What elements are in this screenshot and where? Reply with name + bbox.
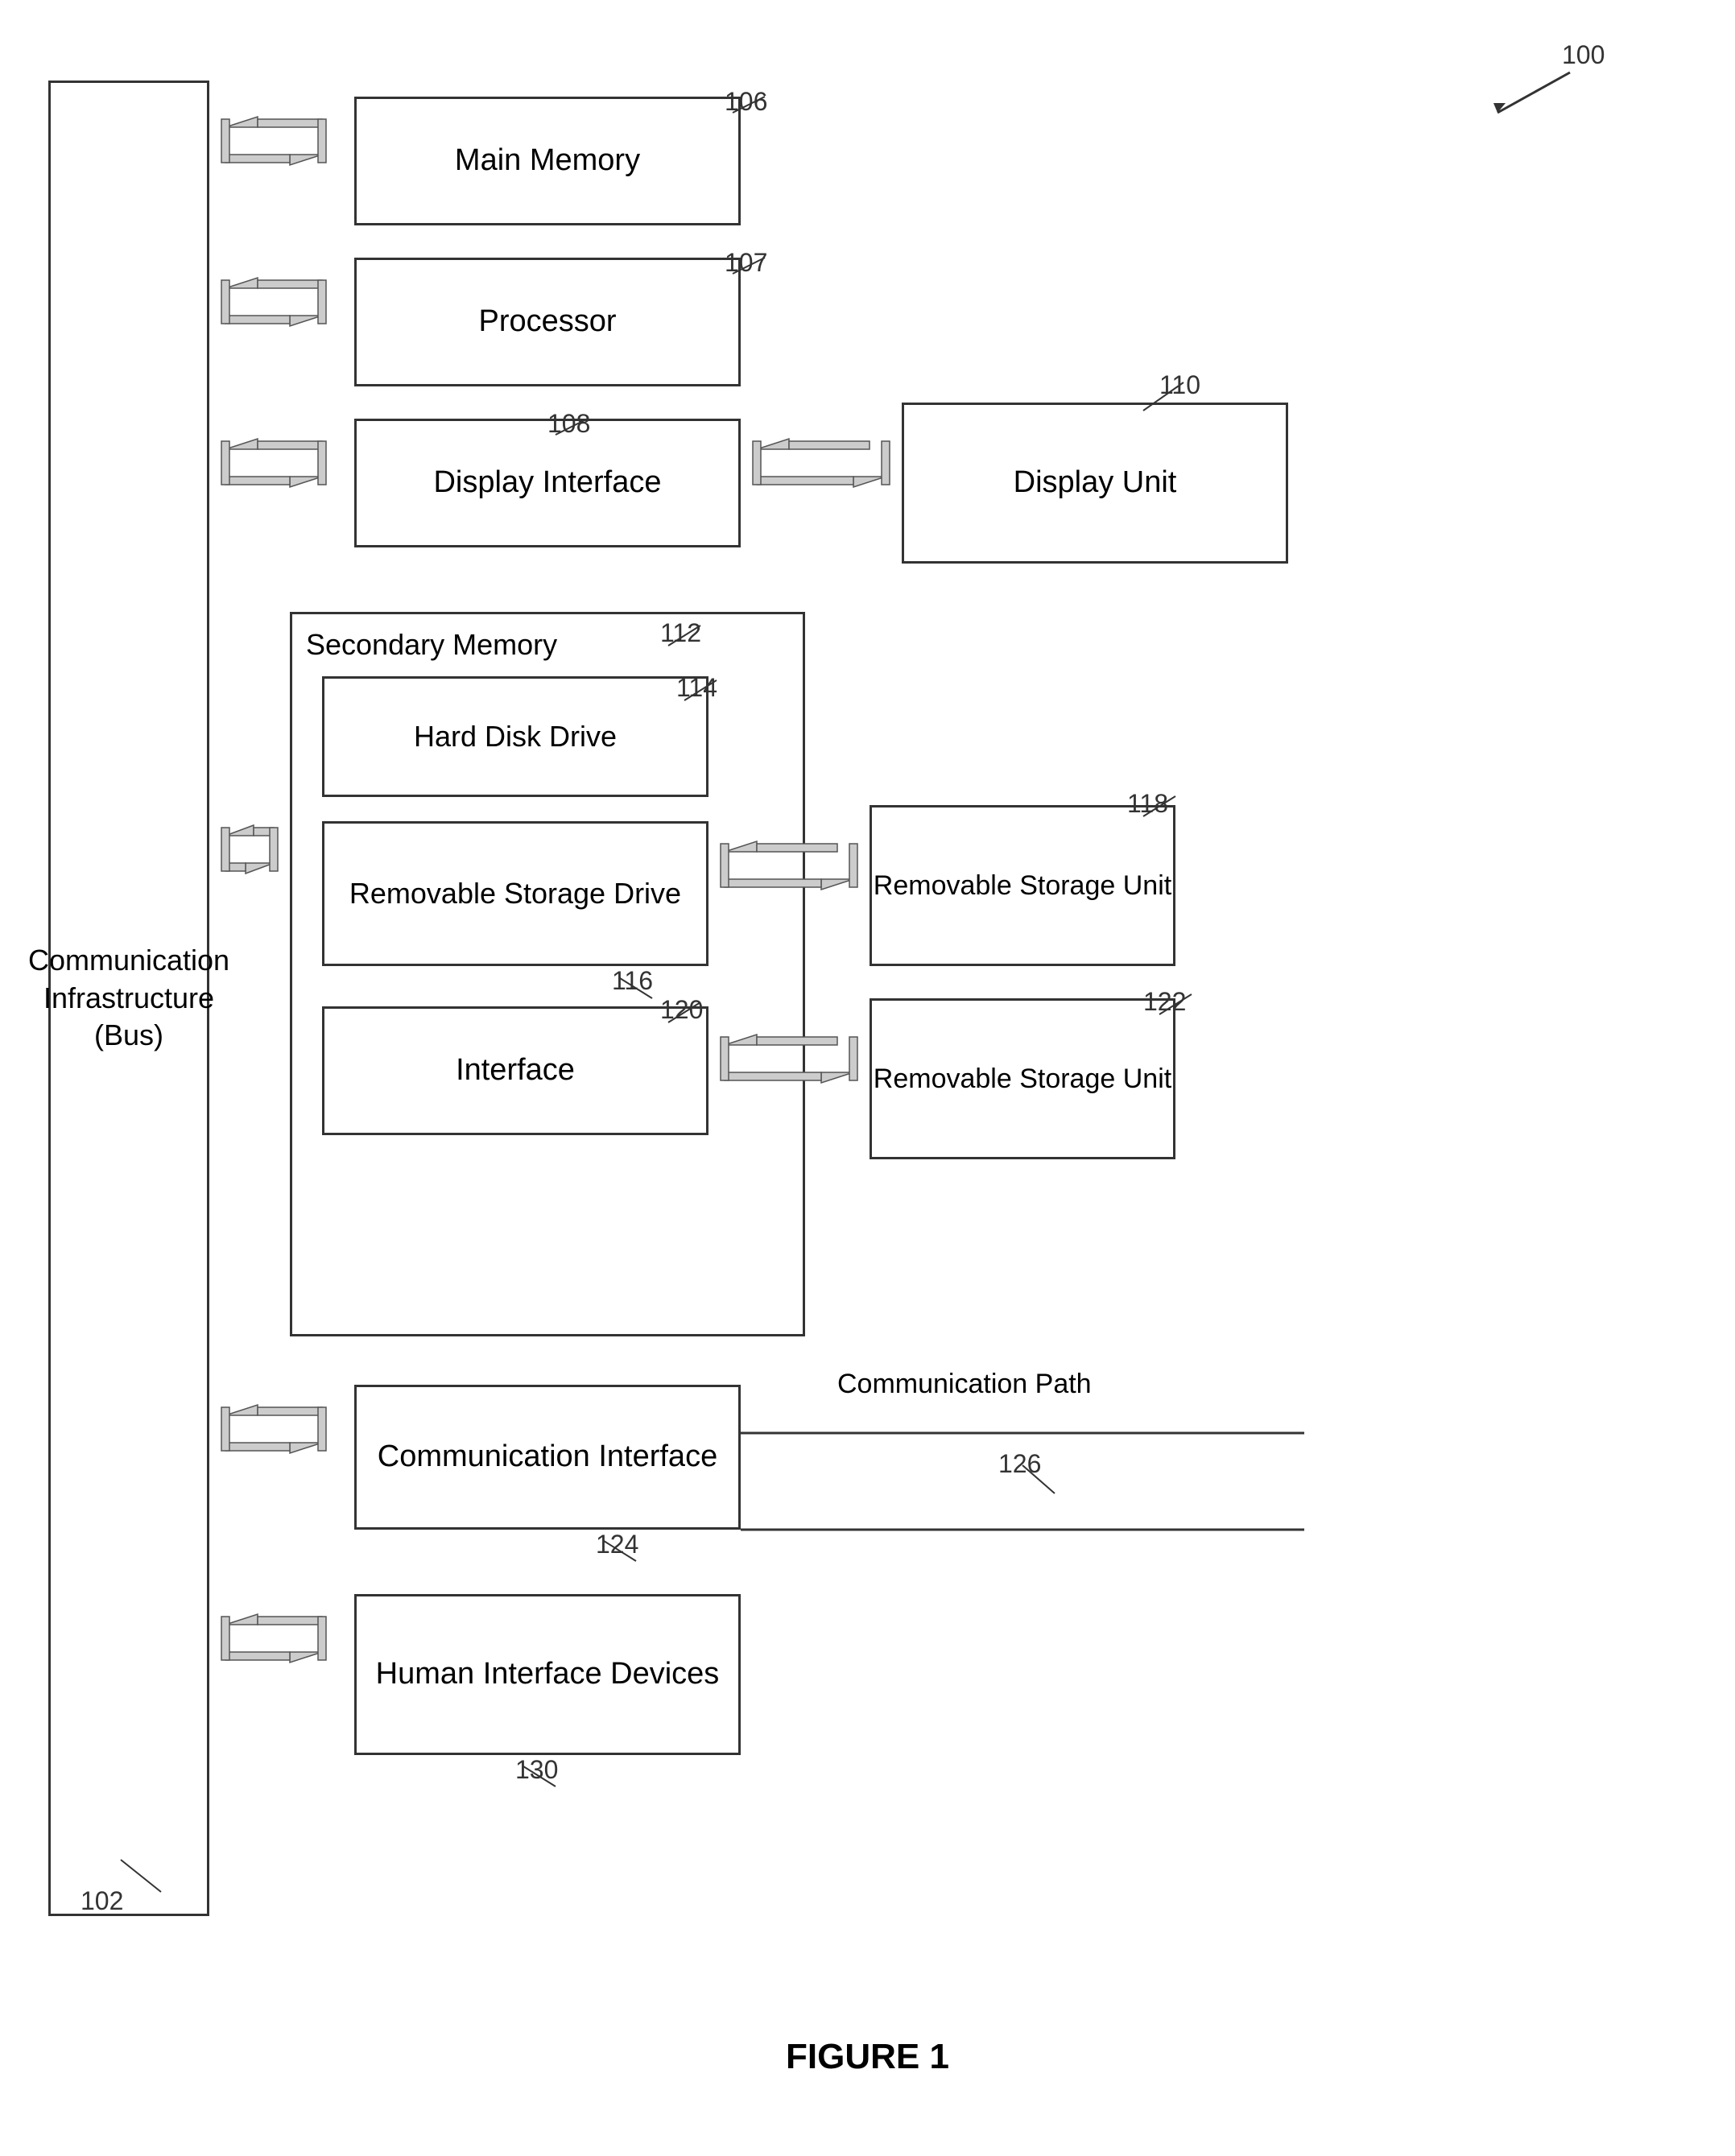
comm-interface-box: Communication Interface [354, 1385, 741, 1530]
human-interface-left-arrow [209, 1610, 338, 1667]
removable-storage-unit2-ref-line [1151, 990, 1200, 1022]
main-memory-arrow [209, 113, 338, 169]
processor-ref-line [725, 254, 773, 278]
comm-path-label: Communication Path [837, 1369, 1092, 1400]
comm-infra-label: Communication Infrastructure (Bus) [28, 942, 229, 1055]
removable-storage-unit2-arrow [708, 1031, 870, 1087]
hard-disk-drive-label: Hard Disk Drive [414, 718, 617, 756]
processor-box: Processor [354, 258, 741, 386]
display-interface-right-arrow [741, 435, 902, 491]
secondary-memory-left-arrow [209, 821, 290, 878]
comm-path-ref-line [1014, 1457, 1063, 1497]
processor-arrow [209, 274, 338, 330]
ref-102-arrow [113, 1852, 177, 1900]
display-unit-ref-line [1127, 378, 1192, 419]
display-unit-label: Display Unit [1014, 463, 1177, 502]
main-memory-ref-line [725, 93, 773, 117]
comm-interface-left-arrow [209, 1401, 338, 1457]
comm-interface-ref-line [596, 1533, 644, 1565]
removable-storage-drive-box: Removable Storage Drive [322, 821, 708, 966]
main-memory-box: Main Memory [354, 97, 741, 225]
removable-storage-unit1-box: Removable Storage Unit [870, 805, 1175, 966]
display-interface-left-arrow [209, 435, 338, 491]
removable-storage-unit1-ref-line [1135, 792, 1184, 824]
removable-storage-unit2-label: Removable Storage Unit [874, 1061, 1171, 1097]
human-interface-label: Human Interface Devices [376, 1654, 720, 1694]
interface-label: Interface [456, 1051, 575, 1090]
ref-100-arrow [1481, 56, 1578, 121]
human-interface-box: Human Interface Devices [354, 1594, 741, 1755]
hard-disk-drive-ref-line [676, 676, 725, 708]
display-interface-ref-line [547, 415, 596, 439]
secondary-memory-ref-line [660, 622, 708, 654]
figure-label: FIGURE 1 [32, 2037, 1703, 2077]
comm-interface-label: Communication Interface [378, 1437, 717, 1477]
removable-storage-unit1-label: Removable Storage Unit [874, 868, 1171, 903]
human-interface-ref-line [515, 1758, 564, 1790]
main-memory-label: Main Memory [455, 141, 640, 180]
removable-storage-unit2-box: Removable Storage Unit [870, 998, 1175, 1159]
removable-storage-unit1-arrow [708, 837, 870, 894]
diagram-container: 100 Communication Infrastructure (Bus) 1… [32, 32, 1703, 2109]
display-unit-box: Display Unit [902, 403, 1288, 564]
secondary-memory-label: Secondary Memory [306, 628, 557, 662]
hard-disk-drive-box: Hard Disk Drive [322, 676, 708, 797]
removable-storage-drive-ref-line [612, 970, 660, 1002]
display-interface-label: Display Interface [433, 463, 661, 502]
interface-box: Interface [322, 1006, 708, 1135]
processor-label: Processor [478, 302, 616, 341]
comm-infra-box: Communication Infrastructure (Bus) [48, 81, 209, 1916]
removable-storage-drive-label: Removable Storage Drive [349, 875, 681, 913]
interface-ref-line [660, 998, 708, 1031]
